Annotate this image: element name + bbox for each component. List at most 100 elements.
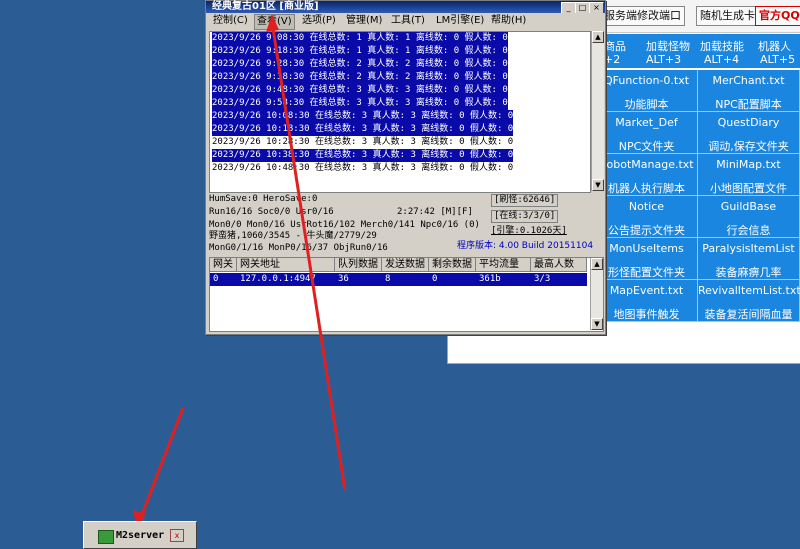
log-line[interactable]: 2023/9/26 9:38:30 在线总数: 2 真人数: 2 离线数: 0 …: [212, 71, 508, 84]
tile-market-def[interactable]: Market_Def NPC文件夹: [596, 112, 698, 154]
engine-days[interactable]: [引擎:0.1026天]: [491, 226, 567, 237]
scroll-up-icon[interactable]: ▲: [591, 258, 603, 270]
close-icon[interactable]: x: [170, 529, 184, 542]
log-line[interactable]: 2023/9/26 9:58:30 在线总数: 3 真人数: 3 离线数: 0 …: [212, 97, 508, 110]
tile-mapevent[interactable]: MapEvent.txt 地图事件触发: [596, 280, 698, 322]
col-sent[interactable]: 发送数据: [382, 258, 429, 272]
cell-remaining: 0: [432, 274, 438, 284]
hotkey-shortcut-4: ALT+4: [704, 53, 740, 66]
scroll-down-icon[interactable]: ▼: [591, 318, 603, 330]
tile-merchant[interactable]: MerChant.txt NPC配置脚本: [698, 70, 800, 112]
col-remaining[interactable]: 剩余数据: [429, 258, 476, 272]
m2server-taskbar-button[interactable]: M2server x: [83, 521, 197, 549]
tile-minimap[interactable]: MiniMap.txt 小地图配置文件: [698, 154, 800, 196]
gateway-table: 网关 网关地址 队列数据 发送数据 剩余数据 平均流量 最高人数 0 127.0…: [209, 257, 604, 332]
log-line[interactable]: 2023/9/26 10:28:30 在线总数: 3 真人数: 3 离线数: 0…: [212, 136, 513, 149]
tile-guildbase[interactable]: GuildBase 行会信息: [698, 196, 800, 238]
tile-desc: 小地图配置文件: [710, 182, 787, 195]
port-modify-button[interactable]: 服务端修改端口: [600, 6, 685, 26]
tile-file: MerChant.txt: [712, 74, 785, 87]
menu-help[interactable]: 帮助(H): [491, 14, 526, 28]
tile-file: RevivalItemList.txt: [698, 284, 800, 297]
tile-desc: 机器人执行脚本: [608, 182, 685, 195]
tile-questdiary[interactable]: QuestDiary 调动,保存文件夹: [698, 112, 800, 154]
wild-boar-stats: 野蛮猪,1060/3545 - 牛头魔/2779/29: [209, 231, 377, 241]
tile-desc: 装备麻痹几率: [715, 266, 782, 279]
hotkey-label-robot[interactable]: 机器人: [758, 38, 791, 54]
tile-file: QFunction-0.txt: [603, 74, 690, 87]
col-gateway-address[interactable]: 网关地址: [237, 258, 335, 272]
tile-file: Notice: [628, 200, 665, 213]
log-line[interactable]: 2023/9/26 10:38:30 在线总数: 3 真人数: 3 离线数: 0…: [212, 149, 514, 162]
log-line[interactable]: 2023/9/26 9:48:30 在线总数: 3 真人数: 3 离线数: 0 …: [212, 84, 508, 97]
tile-desc: NPC配置脚本: [715, 98, 782, 111]
official-qq-link[interactable]: 官方QQ群: [755, 6, 800, 26]
hotkey-shortcut-3: ALT+3: [646, 53, 682, 66]
hotkey-shortcut-2: +2: [604, 53, 621, 66]
hotkey-row: 商品 加载怪物 加载技能 机器人 +2 ALT+3 ALT+4 ALT+5: [600, 34, 800, 68]
menu-tools[interactable]: 工具(T): [391, 14, 425, 28]
col-queue[interactable]: 队列数据: [335, 258, 382, 272]
col-max-users[interactable]: 最高人数: [531, 258, 587, 272]
humsave-text: HumSave:0 HeroSave:0: [209, 194, 318, 204]
tile-desc: 公告提示文件夹: [608, 224, 685, 237]
app-icon: [98, 530, 114, 544]
log-line[interactable]: 2023/9/26 9:08:30 在线总数: 1 真人数: 1 离线数: 0 …: [212, 32, 508, 45]
taskbar-label: M2server: [116, 530, 165, 541]
tile-file: ParalysisItemList: [702, 242, 795, 255]
log-line[interactable]: 2023/9/26 9:28:30 在线总数: 2 真人数: 2 离线数: 0 …: [212, 58, 508, 71]
tile-desc: 装备复活间隔血量: [704, 308, 793, 321]
arrow-to-taskbar: [138, 407, 185, 521]
title-bar[interactable]: 经典复古01区 [商业版] _ □ ×: [206, 1, 605, 14]
run-stats: Run16/16 Soc0/0 Usr0/16: [209, 207, 334, 217]
tile-monuseitems[interactable]: MonUseItems 形怪配置文件夹: [596, 238, 698, 280]
menu-lm-engine[interactable]: LM引擎(E): [436, 14, 484, 28]
tile-file: Market_Def: [615, 116, 678, 129]
log-line[interactable]: 2023/9/26 10:18:30 在线总数: 3 真人数: 3 离线数: 0…: [212, 123, 514, 136]
menu-view[interactable]: 查看(V): [254, 14, 295, 30]
menu-bar: 控制(C) 查看(V) 选项(P) 管理(M) 工具(T) LM引擎(E) 帮助…: [206, 13, 605, 30]
tile-file: GuildBase: [720, 200, 777, 213]
cell-sent: 8: [385, 274, 391, 284]
server-stats-panel: HumSave:0 HeroSave:0 [刷怪:62646] Run16/16…: [209, 194, 602, 254]
tile-desc: 地图事件触发: [613, 308, 680, 321]
col-avg-traffic[interactable]: 平均流量: [476, 258, 531, 272]
tile-notice[interactable]: Notice 公告提示文件夹: [596, 196, 698, 238]
tile-file: MonUseItems: [609, 242, 684, 255]
menu-options[interactable]: 选项(P): [302, 14, 336, 28]
hotkey-label-skill[interactable]: 加载技能: [700, 38, 744, 54]
cell-address: 127.0.0.1:4947: [240, 274, 316, 284]
online-count: [在线:3/3/0]: [491, 210, 559, 223]
program-version: 程序版本: 4.00 Build 20151104: [457, 241, 594, 251]
tile-revival[interactable]: RevivalItemList.txt 装备复活间隔血量: [698, 280, 800, 322]
m2server-window: 经典复古01区 [商业版] _ □ × 控制(C) 查看(V) 选项(P) 管理…: [205, 0, 606, 335]
table-scrollbar[interactable]: ▲ ▼: [590, 258, 603, 330]
refresh-monster-count: [刷怪:62646]: [491, 194, 559, 207]
scroll-up-icon[interactable]: ▲: [592, 31, 604, 43]
menu-control[interactable]: 控制(C): [213, 14, 248, 28]
server-time: 2:27:42 [M][F]: [397, 207, 473, 217]
mon-stats: Mon0/0 Mon0/16 UsrRot16/102 Merch0/141 N…: [209, 220, 480, 230]
cell-max-users: 3/3: [534, 274, 551, 284]
log-line[interactable]: 2023/9/26 10:48:30 在线总数: 3 真人数: 3 离线数: 0…: [212, 162, 513, 175]
menu-manage[interactable]: 管理(M): [346, 14, 382, 28]
cell-gateway: 0: [213, 274, 219, 284]
hotkey-label-monster[interactable]: 加载怪物: [646, 38, 690, 54]
log-scrollbar[interactable]: ▲ ▼: [591, 31, 604, 191]
tile-desc: 调动,保存文件夹: [708, 140, 789, 153]
mongen-stats: MonG0/1/16 MonP0/16/37 ObjRun0/16: [209, 243, 388, 253]
window-title: 经典复古01区 [商业版]: [212, 1, 319, 12]
hotkey-label-goods[interactable]: 商品: [604, 38, 626, 54]
scroll-down-icon[interactable]: ▼: [592, 179, 604, 191]
log-line[interactable]: 2023/9/26 10:08:30 在线总数: 3 真人数: 3 离线数: 0…: [212, 110, 514, 123]
tile-desc: 行会信息: [726, 224, 771, 237]
cell-queue: 36: [338, 274, 349, 284]
log-list[interactable]: 2023/9/26 9:08:30 在线总数: 1 真人数: 1 离线数: 0 …: [209, 31, 591, 193]
tile-file: MapEvent.txt: [609, 284, 684, 297]
tile-desc: 形怪配置文件夹: [608, 266, 685, 279]
tile-robotmanage[interactable]: RobotManage.txt 机器人执行脚本: [596, 154, 698, 196]
tile-qfunction[interactable]: QFunction-0.txt 功能脚本: [596, 70, 698, 112]
col-gateway[interactable]: 网关: [210, 258, 237, 272]
log-line[interactable]: 2023/9/26 9:18:30 在线总数: 1 真人数: 1 离线数: 0 …: [212, 45, 508, 58]
tile-paralysis[interactable]: ParalysisItemList 装备麻痹几率: [698, 238, 800, 280]
